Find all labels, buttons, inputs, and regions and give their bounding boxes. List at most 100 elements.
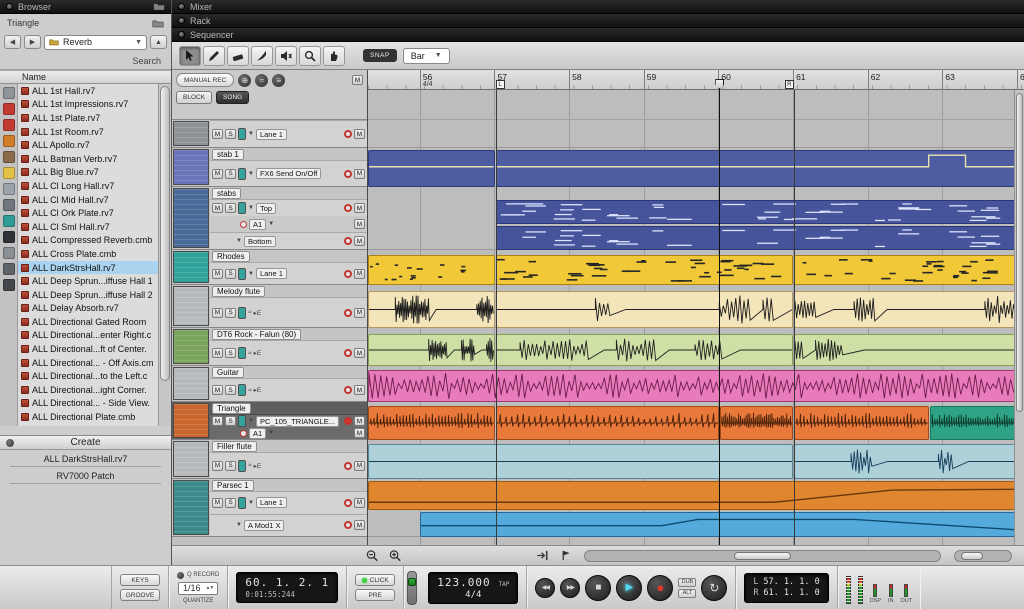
track-name[interactable]: Rhodes bbox=[212, 251, 250, 262]
bar-ruler[interactable]: 5657585960616263644/4 bbox=[368, 70, 1024, 90]
lane-row[interactable]: MS▼FX6 Send On/OffM bbox=[210, 160, 367, 186]
folder-icon[interactable] bbox=[152, 19, 164, 28]
lane-clip-area[interactable] bbox=[368, 370, 1024, 402]
record-arm-button[interactable] bbox=[344, 270, 352, 278]
automation-icon[interactable]: ≈ bbox=[248, 350, 252, 357]
clip[interactable] bbox=[794, 255, 1024, 285]
parent-folder-button[interactable]: ▲ bbox=[150, 35, 167, 49]
track-panel-row[interactable]: Melody fluteMS≈▸EM bbox=[172, 285, 367, 328]
clip[interactable] bbox=[368, 406, 495, 440]
spinner-icon[interactable]: ▲▼ bbox=[205, 585, 213, 591]
solo-button[interactable]: S bbox=[225, 169, 236, 179]
record-arm-button[interactable] bbox=[344, 521, 352, 529]
block-mode-button[interactable]: BLOCK bbox=[176, 91, 212, 104]
tempo-display[interactable]: 123.000 TAP 4/4 bbox=[428, 572, 518, 604]
song-mode-button[interactable]: SONG bbox=[216, 91, 249, 104]
pre-count-button[interactable]: PRE bbox=[355, 589, 395, 601]
device-shortcut-icon[interactable] bbox=[3, 231, 15, 243]
solo-button[interactable]: S bbox=[225, 348, 236, 358]
automation-icon[interactable]: ≈ bbox=[248, 309, 252, 316]
lane-label[interactable]: PC_105_TRIANGLE... bbox=[256, 416, 339, 427]
manual-rec-button[interactable]: MANUAL REC bbox=[176, 73, 234, 87]
lane-mute-button[interactable]: M bbox=[354, 236, 365, 246]
groove-button[interactable]: GROOVE bbox=[120, 589, 160, 601]
file-item[interactable]: ALL 1st Impressions.rv7 bbox=[18, 98, 158, 112]
pencil-tool[interactable] bbox=[203, 46, 225, 66]
arrangement-timeline[interactable]: 5657585960616263644/4 L R bbox=[368, 70, 1024, 545]
stop-button[interactable]: ■ bbox=[585, 575, 611, 601]
device-icon[interactable] bbox=[173, 367, 209, 400]
device-icon[interactable] bbox=[173, 441, 209, 477]
clip[interactable] bbox=[496, 226, 1024, 250]
quantize-record-icon[interactable] bbox=[177, 572, 184, 579]
location-dropdown[interactable]: Reverb ▼ bbox=[44, 35, 147, 50]
snap-value-dropdown[interactable]: Bar ▼ bbox=[403, 48, 450, 64]
scrollbar-thumb[interactable] bbox=[160, 86, 170, 381]
window-button[interactable] bbox=[6, 3, 13, 10]
mute-button[interactable]: M bbox=[212, 269, 223, 279]
track-name[interactable]: stabs bbox=[212, 188, 241, 199]
device-shortcut-icon[interactable] bbox=[3, 103, 15, 115]
file-item[interactable]: ALL Apollo.rv7 bbox=[18, 138, 158, 152]
record-arm-button[interactable] bbox=[344, 309, 352, 317]
track-name[interactable]: Melody flute bbox=[212, 286, 265, 297]
lane-clip-area[interactable] bbox=[368, 200, 1024, 224]
record-arm-button[interactable] bbox=[240, 221, 247, 228]
lane-mute-button[interactable]: M bbox=[354, 203, 365, 213]
device-icon[interactable] bbox=[173, 403, 209, 438]
zoom-out-icon[interactable] bbox=[363, 548, 381, 563]
tap-label[interactable]: TAP bbox=[499, 581, 510, 588]
file-item[interactable]: ALL DarkStrsHall.rv7 bbox=[18, 261, 158, 275]
record-arm-button[interactable] bbox=[344, 499, 352, 507]
folder-icon[interactable] bbox=[153, 2, 165, 11]
file-item[interactable]: ALL Directional...to the Left.c bbox=[18, 369, 158, 383]
solo-button[interactable]: S bbox=[225, 203, 236, 213]
lane-row[interactable]: MS▼Lane 1M bbox=[210, 262, 367, 284]
razor-tool[interactable] bbox=[251, 46, 273, 66]
lane-mute-button[interactable]: M bbox=[354, 520, 365, 530]
clip[interactable] bbox=[368, 150, 495, 187]
file-item[interactable]: ALL Directional... - Side View. bbox=[18, 397, 158, 411]
lane-label[interactable]: Lane 1 bbox=[256, 268, 287, 279]
automation-icon[interactable]: ≈ bbox=[248, 387, 252, 394]
lane-row[interactable]: ▼A Mod1 XM bbox=[210, 514, 367, 537]
mute-button[interactable]: M bbox=[212, 461, 223, 471]
device-shortcut-icon[interactable] bbox=[3, 215, 15, 227]
create-section-header[interactable]: Create bbox=[0, 435, 171, 450]
device-shortcut-icon[interactable] bbox=[3, 199, 15, 211]
window-button[interactable] bbox=[178, 17, 185, 24]
lane-clip-area[interactable] bbox=[368, 150, 1024, 187]
clip[interactable] bbox=[930, 406, 1024, 440]
clip[interactable] bbox=[368, 334, 495, 366]
lane-mute-button[interactable]: M bbox=[354, 308, 365, 318]
track-name[interactable]: Filler flute bbox=[212, 441, 257, 452]
track-name[interactable]: Parsec 1 bbox=[212, 480, 254, 491]
track-panel-row[interactable]: RhodesMS▼Lane 1M bbox=[172, 250, 367, 285]
sequencer-titlebar[interactable]: Sequencer bbox=[172, 28, 1024, 42]
lane-row[interactable]: MS≈▸EM bbox=[210, 378, 367, 401]
solo-button[interactable]: S bbox=[225, 308, 236, 318]
clip[interactable] bbox=[496, 200, 1024, 224]
lane-label[interactable]: FX6 Send On/Off bbox=[256, 168, 321, 179]
track-name[interactable]: DT6 Rock - Falun (80) bbox=[212, 329, 301, 340]
clip[interactable] bbox=[720, 406, 793, 440]
timeline-vertical-scrollbar[interactable] bbox=[1014, 90, 1024, 545]
mute-button[interactable]: M bbox=[212, 498, 223, 508]
track-panel-row[interactable]: Parsec 1MS▼Lane 1M▼A Mod1 XM bbox=[172, 479, 367, 537]
loop-locator-display[interactable]: L57. 1. 1. 0 R61. 1. 1. 0 bbox=[744, 573, 828, 603]
clip[interactable] bbox=[368, 255, 495, 285]
file-item[interactable]: ALL Directional...enter Right.c bbox=[18, 329, 158, 343]
track-panel-row[interactable]: stab 1MS▼FX6 Send On/OffM bbox=[172, 148, 367, 187]
mute-button[interactable]: M bbox=[212, 416, 223, 426]
track-panel-row[interactable]: DT6 Rock - Falun (80)MS≈▸EM bbox=[172, 328, 367, 366]
device-icon[interactable] bbox=[173, 286, 209, 326]
song-position-display[interactable]: 60. 1. 2. 1 0:01:55:244 bbox=[236, 572, 338, 603]
record-arm-button[interactable] bbox=[240, 430, 247, 437]
clip[interactable] bbox=[794, 444, 1024, 479]
rack-titlebar[interactable]: Rack bbox=[172, 14, 1024, 28]
file-item[interactable]: ALL 1st Room.rv7 bbox=[18, 125, 158, 139]
mixer-titlebar[interactable]: Mixer bbox=[172, 0, 1024, 14]
lane-mute-button[interactable]: M bbox=[354, 416, 365, 426]
magnify-tool[interactable] bbox=[299, 46, 321, 66]
mute-button[interactable]: M bbox=[212, 308, 223, 318]
